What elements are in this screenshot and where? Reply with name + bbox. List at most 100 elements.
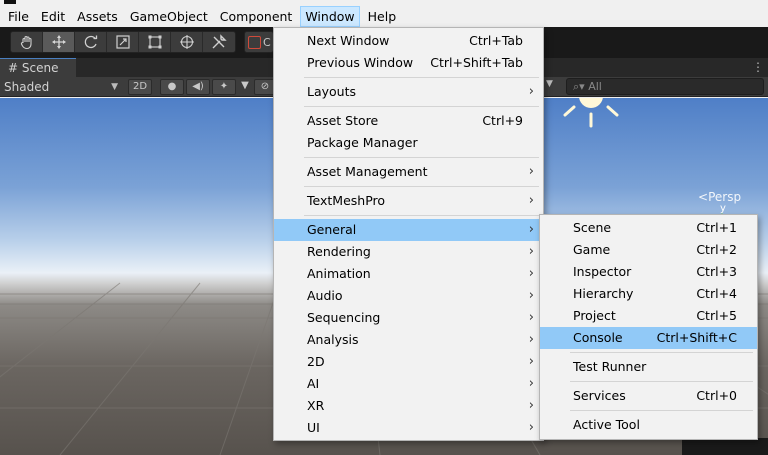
menu-item-analysis[interactable]: Analysis › bbox=[274, 329, 543, 351]
menu-window[interactable]: Window bbox=[300, 6, 360, 27]
gizmos-dropdown-icon[interactable]: ▼ bbox=[546, 79, 553, 89]
shortcut-label: Ctrl+3 bbox=[696, 264, 737, 279]
menu-item-next-window[interactable]: Next Window Ctrl+Tab bbox=[274, 30, 543, 52]
menu-component[interactable]: Component bbox=[216, 6, 297, 27]
hand-icon[interactable] bbox=[11, 32, 43, 52]
persp-text: Persp bbox=[708, 190, 742, 204]
shortcut-label: Ctrl+1 bbox=[696, 220, 737, 235]
search-input[interactable]: ⌕▾ All bbox=[566, 78, 764, 95]
chevron-right-icon: › bbox=[528, 164, 534, 179]
chevron-right-icon: › bbox=[528, 288, 534, 303]
custom-tool-icon[interactable] bbox=[203, 32, 235, 52]
menu-separator bbox=[274, 212, 543, 219]
menu-item-label: Services bbox=[573, 388, 626, 403]
chevron-right-icon: › bbox=[528, 398, 534, 413]
tab-scene[interactable]: # Scene bbox=[0, 58, 76, 77]
menu-item-textmeshpro[interactable]: TextMeshPro › bbox=[274, 190, 543, 212]
menu-item-game[interactable]: Game Ctrl+2 bbox=[540, 239, 757, 261]
persp-icon: < bbox=[698, 190, 709, 204]
menu-help[interactable]: Help bbox=[364, 6, 401, 27]
menu-separator bbox=[274, 183, 543, 190]
shading-mode-label: Shaded bbox=[4, 80, 50, 94]
menu-separator bbox=[540, 407, 757, 414]
menu-item-label: Console bbox=[573, 330, 623, 345]
menu-edit[interactable]: Edit bbox=[37, 6, 69, 27]
menu-item-rendering[interactable]: Rendering › bbox=[274, 241, 543, 263]
chevron-right-icon: › bbox=[528, 310, 534, 325]
menu-item-inspector[interactable]: Inspector Ctrl+3 bbox=[540, 261, 757, 283]
menu-item-label: Animation bbox=[307, 266, 371, 281]
menu-item-scene[interactable]: Scene Ctrl+1 bbox=[540, 217, 757, 239]
menu-item-animation[interactable]: Animation › bbox=[274, 263, 543, 285]
move-icon[interactable] bbox=[43, 32, 75, 52]
menu-item-services[interactable]: Services Ctrl+0 bbox=[540, 385, 757, 407]
menu-item-console[interactable]: Console Ctrl+Shift+C bbox=[540, 327, 757, 349]
chevron-right-icon: › bbox=[528, 376, 534, 391]
menu-item-label: Rendering bbox=[307, 244, 371, 259]
menu-item-label: Project bbox=[573, 308, 616, 323]
menu-item-ui[interactable]: UI › bbox=[274, 417, 543, 439]
tab-scene-label: Scene bbox=[21, 61, 59, 75]
overlay-panel-edge bbox=[682, 438, 768, 455]
menu-item-hierarchy[interactable]: Hierarchy Ctrl+4 bbox=[540, 283, 757, 305]
menu-item-audio[interactable]: Audio › bbox=[274, 285, 543, 307]
menu-item-ai[interactable]: AI › bbox=[274, 373, 543, 395]
menu-gameobject[interactable]: GameObject bbox=[126, 6, 212, 27]
chevron-right-icon: › bbox=[528, 193, 534, 208]
search-placeholder: All bbox=[588, 80, 602, 93]
menu-item-label: UI bbox=[307, 420, 320, 435]
rotate-icon[interactable] bbox=[75, 32, 107, 52]
menu-separator bbox=[274, 103, 543, 110]
effects-dropdown-icon[interactable]: ▼ bbox=[238, 79, 252, 95]
menu-item-label: Sequencing bbox=[307, 310, 381, 325]
menu-item-label: Game bbox=[573, 242, 611, 257]
menu-item-previous-window[interactable]: Previous Window Ctrl+Shift+Tab bbox=[274, 52, 543, 74]
lighting-toggle-icon[interactable]: ● bbox=[160, 79, 184, 95]
persp-label[interactable]: <Persp bbox=[698, 190, 741, 204]
menu-item-label: Scene bbox=[573, 220, 612, 235]
search-icon: ⌕▾ bbox=[573, 80, 585, 93]
menu-item-2d[interactable]: 2D › bbox=[274, 351, 543, 373]
menu-item-label: XR bbox=[307, 398, 325, 413]
effects-toggle-icon[interactable]: ✦ bbox=[212, 79, 236, 95]
menu-item-label: Inspector bbox=[573, 264, 632, 279]
transform-icon[interactable] bbox=[171, 32, 203, 52]
shading-mode-dropdown[interactable]: Shaded ▼ bbox=[4, 77, 120, 97]
menu-item-xr[interactable]: XR › bbox=[274, 395, 543, 417]
menu-item-project[interactable]: Project Ctrl+5 bbox=[540, 305, 757, 327]
menu-item-asset-management[interactable]: Asset Management › bbox=[274, 161, 543, 183]
menu-item-asset-store[interactable]: Asset Store Ctrl+9 bbox=[274, 110, 543, 132]
rect-icon[interactable] bbox=[139, 32, 171, 52]
shortcut-label: Ctrl+Shift+Tab bbox=[430, 55, 523, 70]
more-options-icon[interactable]: ⋮ bbox=[752, 60, 764, 74]
chevron-right-icon: › bbox=[528, 354, 534, 369]
menu-assets[interactable]: Assets bbox=[73, 6, 122, 27]
menu-item-test-runner[interactable]: Test Runner bbox=[540, 356, 757, 378]
app-icon bbox=[4, 0, 16, 4]
audio-toggle-icon[interactable]: ◀) bbox=[186, 79, 210, 95]
menu-item-layouts[interactable]: Layouts › bbox=[274, 81, 543, 103]
hash-icon: # bbox=[8, 61, 19, 75]
scale-icon[interactable] bbox=[107, 32, 139, 52]
2d-toggle-button[interactable]: 2D bbox=[128, 79, 152, 95]
shortcut-label: Ctrl+Shift+C bbox=[656, 330, 737, 345]
menu-separator bbox=[274, 154, 543, 161]
menu-item-general[interactable]: General › bbox=[274, 219, 543, 241]
directional-light-icon[interactable] bbox=[556, 98, 626, 134]
shortcut-label: Ctrl+4 bbox=[696, 286, 737, 301]
menu-item-package-manager[interactable]: Package Manager bbox=[274, 132, 543, 154]
menu-item-active-tool[interactable]: Active Tool bbox=[540, 414, 757, 436]
chevron-down-icon: ▼ bbox=[111, 82, 118, 92]
shortcut-label: Ctrl+9 bbox=[482, 113, 523, 128]
chevron-right-icon: › bbox=[528, 332, 534, 347]
pivot-center-button[interactable]: C bbox=[244, 31, 274, 53]
chevron-right-icon: › bbox=[528, 244, 534, 259]
menu-item-label: Active Tool bbox=[573, 417, 640, 432]
menu-item-sequencing[interactable]: Sequencing › bbox=[274, 307, 543, 329]
menu-separator bbox=[540, 378, 757, 385]
menu-file[interactable]: File bbox=[4, 6, 33, 27]
shortcut-label: Ctrl+2 bbox=[696, 242, 737, 257]
menu-item-label: Analysis bbox=[307, 332, 359, 347]
menu-item-label: Asset Management bbox=[307, 164, 428, 179]
menu-item-label: General bbox=[307, 222, 357, 237]
